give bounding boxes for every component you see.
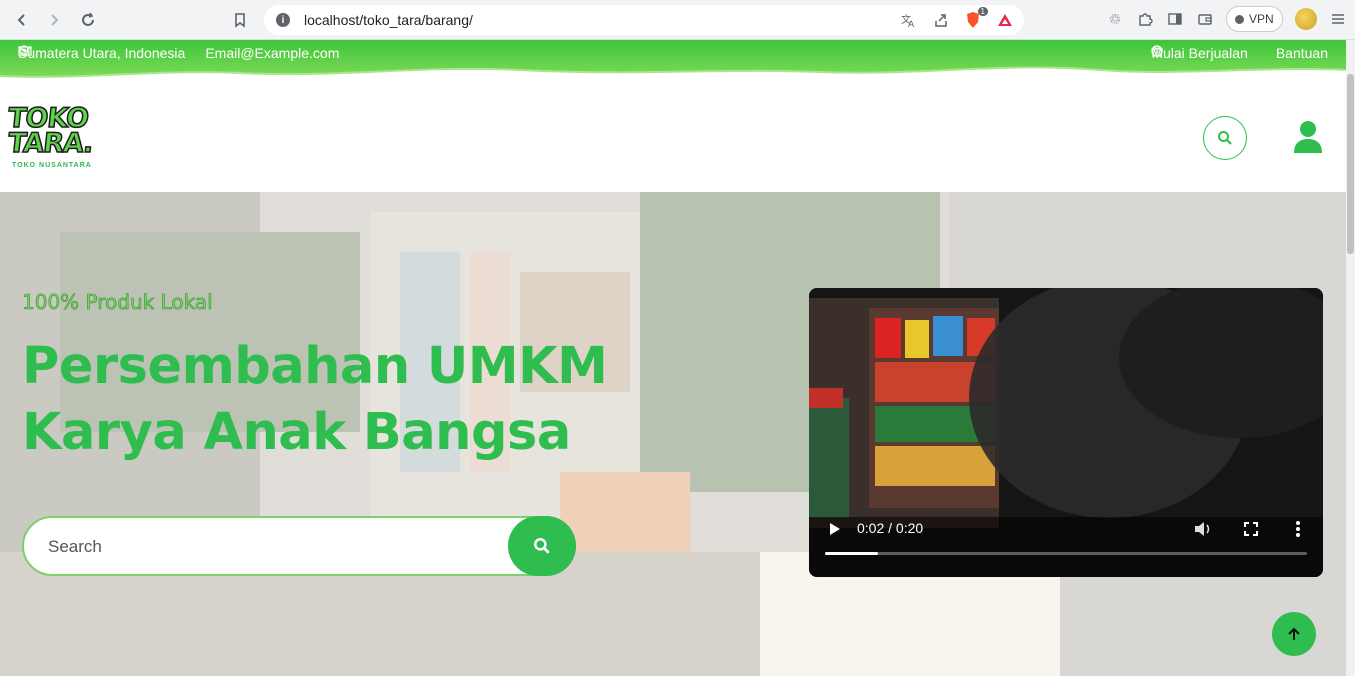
url-text: localhost/toko_tara/barang/ <box>304 12 473 28</box>
start-selling-link[interactable]: Mulai Berjualan <box>1151 45 1248 61</box>
header-search-button[interactable] <box>1203 116 1247 160</box>
brave-shield-icon[interactable]: 1 <box>964 7 988 29</box>
arrow-up-icon <box>1288 627 1300 640</box>
back-to-top-button[interactable] <box>1272 612 1316 656</box>
translate-icon[interactable]: 文A <box>900 11 918 29</box>
vpn-label: VPN <box>1249 12 1274 26</box>
wallet-icon[interactable] <box>1196 10 1214 28</box>
start-selling-label: Mulai Berjualan <box>1151 45 1248 61</box>
email-text: Email@Example.com <box>205 45 340 61</box>
address-bar[interactable]: i localhost/toko_tara/barang/ 文A 1 <box>264 5 1024 35</box>
promo-video[interactable]: 0:02 / 0:20 <box>809 288 1323 577</box>
vpn-status-icon <box>1235 14 1244 24</box>
user-icon[interactable] <box>1293 120 1323 154</box>
sidebar-icon[interactable] <box>1166 10 1184 28</box>
hero-search-bar <box>22 516 576 576</box>
site-logo[interactable]: TOKO TARA. TOKO NUSANTARA <box>6 102 95 169</box>
search-icon <box>1218 131 1232 145</box>
video-time: 0:02 / 0:20 <box>857 520 924 536</box>
help-label: Bantuan <box>1275 45 1328 61</box>
recycle-icon[interactable]: ♲ <box>1106 10 1124 28</box>
back-icon[interactable] <box>8 6 36 34</box>
rewards-icon[interactable] <box>996 11 1014 29</box>
site-header: TOKO TARA. TOKO NUSANTARA <box>0 84 1346 192</box>
location-text: Sumatera Utara, Indonesia <box>18 45 186 61</box>
hero-search-button[interactable] <box>508 516 576 576</box>
search-icon <box>534 538 550 554</box>
site-info-icon[interactable]: i <box>276 13 290 27</box>
hero-headline: Persembahan UMKM Karya Anak Bangsa <box>22 337 608 462</box>
video-progress-fill <box>825 552 879 555</box>
scrollbar-thumb[interactable] <box>1347 74 1354 254</box>
hero-tagline: 100% Produk Lokal <box>22 290 213 315</box>
top-info-bar: Sumatera Utara, Indonesia Email@Example.… <box>0 40 1346 84</box>
help-link[interactable]: Bantuan <box>1151 45 1328 61</box>
extensions-icon[interactable] <box>1136 10 1154 28</box>
location-item: Sumatera Utara, Indonesia <box>18 45 185 61</box>
bookmark-icon[interactable] <box>226 6 254 34</box>
logo-line-2: TARA. <box>6 127 95 160</box>
hero-search-input[interactable] <box>48 534 488 560</box>
hero-section: 100% Produk Lokal Persembahan UMKM Karya… <box>0 192 1346 676</box>
more-options-icon[interactable] <box>1295 520 1301 538</box>
play-icon[interactable] <box>829 522 841 536</box>
browser-toolbar: i localhost/toko_tara/barang/ 文A 1 ♲ VPN <box>0 0 1355 40</box>
video-progress-bar[interactable] <box>825 552 1307 555</box>
page-scrollbar[interactable] <box>1346 40 1355 676</box>
info-icon <box>1151 45 1163 57</box>
email-item[interactable]: Email@Example.com <box>18 45 340 61</box>
logo-subtitle: TOKO NUSANTARA <box>12 162 92 169</box>
vpn-button[interactable]: VPN <box>1226 6 1283 32</box>
fullscreen-icon[interactable] <box>1243 521 1259 537</box>
svg-text:A: A <box>908 20 915 28</box>
brave-badge: 1 <box>977 7 988 16</box>
reload-icon[interactable] <box>74 6 102 34</box>
share-icon[interactable] <box>932 11 950 29</box>
profile-avatar[interactable] <box>1294 8 1317 30</box>
volume-icon[interactable] <box>1193 520 1213 538</box>
forward-icon[interactable] <box>40 6 68 34</box>
envelope-icon <box>18 46 32 56</box>
menu-icon[interactable] <box>1329 10 1347 28</box>
